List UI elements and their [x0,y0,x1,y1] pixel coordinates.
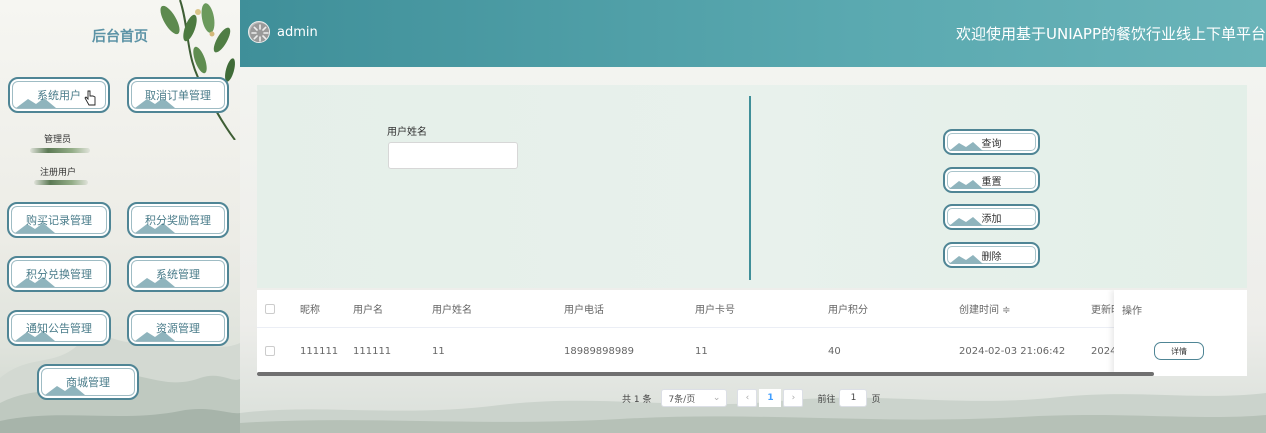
menu-label: 通知公告管理 [26,322,92,335]
page-size-select[interactable]: 7条/页 ⌄ [661,389,728,407]
leaves-decoration-icon [160,0,236,140]
col-nickname: 昵称 [300,305,320,316]
cell-points: 40 [828,345,841,357]
query-label: 查询 [981,138,1002,150]
ink-stroke-decoration [30,148,90,153]
select-all-cell [265,290,275,327]
hand-pointer-icon [84,90,96,106]
sidebar-title[interactable]: 后台首页 [92,26,148,46]
data-table: 昵称 用户名 用户姓名 用户电话 用户卡号 用户积分 创建时间 ≑ 更新时 11… [257,290,1247,376]
menu-mall-button[interactable]: 商城管理 [37,364,139,400]
mountains-decoration-icon [0,334,240,433]
sidebar: 后台首页 系统用户 取消订单管理 管理员 注册用户 购买记录管理 积分奖励管理 … [0,0,240,433]
menu-label: 资源管理 [156,322,200,335]
goto-suffix: 页 [871,394,881,405]
chevron-down-icon: ⌄ [712,393,721,403]
actions-column: 操作 详情 [1114,290,1247,376]
select-all-checkbox[interactable] [265,303,275,314]
row-checkbox[interactable] [265,346,275,356]
cell-username: 111111 [353,345,392,357]
row-select-cell [265,329,275,373]
realname-label: 用户姓名 [387,127,427,138]
menu-points-exchange-button[interactable]: 积分兑换管理 [7,256,111,292]
avatar[interactable] [248,21,270,43]
submenu-registered-user[interactable]: 注册用户 [40,165,76,178]
col-points: 用户积分 [828,305,868,316]
cell-phone: 18989898989 [564,345,634,357]
detail-button[interactable]: 详情 [1154,342,1204,360]
pagination: 共 1 条 7条/页 ⌄ ‹ 1 › 前往 1 页 [622,389,880,407]
menu-label: 系统管理 [156,268,200,281]
chevron-left-icon: ‹ [745,393,750,403]
cell-card: 11 [695,345,708,357]
panel-divider [749,96,751,280]
table-row: 111111 111111 11 18989898989 11 40 2024-… [257,329,1247,373]
menu-points-reward-button[interactable]: 积分奖励管理 [127,202,229,238]
username[interactable]: admin [277,25,318,40]
query-button[interactable]: 查询 [943,129,1040,155]
total-count: 共 1 条 [622,394,652,405]
prev-page-button[interactable]: ‹ [737,389,758,407]
col-username: 用户名 [353,305,383,316]
add-label: 添加 [981,213,1002,225]
col-realname: 用户姓名 [432,305,472,316]
hill-icon [949,142,983,151]
hill-icon [949,255,983,264]
menu-label: 积分兑换管理 [26,268,92,281]
goto-page-input[interactable]: 1 [839,389,868,407]
col-card: 用户卡号 [695,305,735,316]
menu-system-manage-button[interactable]: 系统管理 [127,256,229,292]
cell-created: 2024-02-03 21:06:42 [959,345,1066,357]
goto-prefix: 前往 [817,394,836,405]
menu-label: 商城管理 [66,376,110,389]
col-created-sortable[interactable]: 创建时间 ≑ [959,290,1011,327]
cell-realname: 11 [432,345,445,357]
delete-label: 删除 [981,251,1002,263]
next-page-button[interactable]: › [783,389,804,407]
menu-label: 购买记录管理 [26,214,92,227]
page-number-current[interactable]: 1 [759,389,782,407]
reset-button[interactable]: 重置 [943,167,1040,193]
menu-resource-button[interactable]: 资源管理 [127,310,229,346]
welcome-text: 欢迎使用基于UNIAPP的餐饮行业线上下单平台 [956,25,1266,43]
page-size-value: 7条/页 [668,394,696,405]
menu-label: 系统用户 [37,89,81,102]
delete-button[interactable]: 删除 [943,242,1040,268]
col-actions: 操作 [1122,305,1142,317]
menu-label: 取消订单管理 [145,89,211,102]
horizontal-scrollbar[interactable] [257,372,1154,376]
menu-cancel-order-button[interactable]: 取消订单管理 [127,77,229,113]
loading-spinner-icon [250,23,269,42]
col-phone: 用户电话 [564,305,604,316]
table-header: 昵称 用户名 用户姓名 用户电话 用户卡号 用户积分 创建时间 ≑ 更新时 [257,290,1247,328]
menu-notice-button[interactable]: 通知公告管理 [7,310,111,346]
top-header: admin 欢迎使用基于UNIAPP的餐饮行业线上下单平台 [240,0,1266,67]
cell-nickname: 111111 [300,345,339,357]
hill-icon [949,180,983,189]
hill-icon [949,217,983,226]
ink-stroke-decoration [34,180,88,185]
menu-purchase-record-button[interactable]: 购买记录管理 [7,202,111,238]
reset-label: 重置 [981,176,1002,188]
add-button[interactable]: 添加 [943,204,1040,230]
chevron-right-icon: › [791,393,796,403]
realname-input[interactable] [388,142,518,169]
submenu-admin[interactable]: 管理员 [44,132,71,145]
search-panel: 用户姓名 查询 重置 添加 删除 [257,85,1247,288]
menu-label: 积分奖励管理 [145,214,211,227]
